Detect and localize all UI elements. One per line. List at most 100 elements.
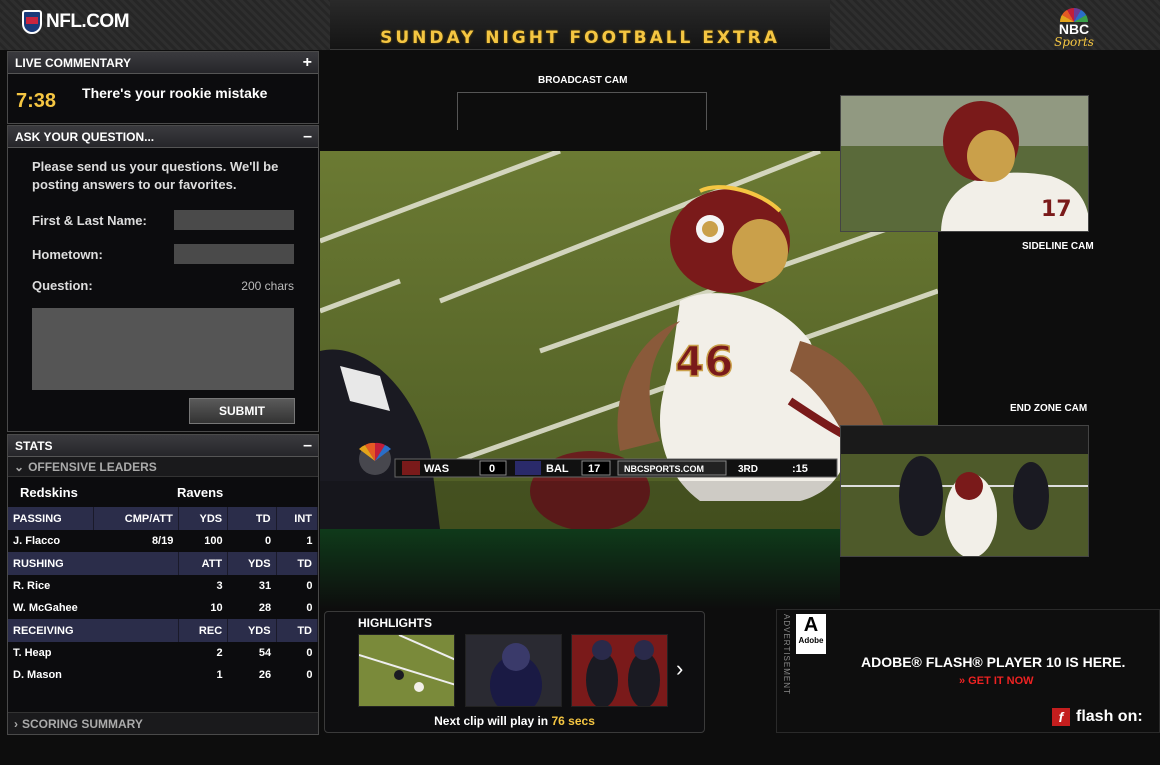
hometown-row: Hometown: <box>32 244 294 264</box>
broadcast-cam-frame <box>457 92 707 130</box>
table-row: J. Flacco 8/19 100 0 1 <box>8 530 318 552</box>
ask-question-header[interactable]: ASK YOUR QUESTION... – <box>8 126 318 148</box>
col-header: TD <box>276 619 319 642</box>
endzone-cam-player[interactable] <box>840 425 1089 557</box>
sideline-cam-label: SIDELINE CAM <box>1022 241 1094 252</box>
commentary-time: 7:38 <box>16 90 57 112</box>
col-header: ATT <box>178 552 229 575</box>
get-it-now-link[interactable]: » GET IT NOW <box>959 675 1034 687</box>
name-field[interactable] <box>174 210 294 230</box>
commentary-text: There's your rookie mistake <box>82 85 268 101</box>
team2-abbr: BAL <box>546 463 569 475</box>
chevron-right-icon: › <box>14 716 18 731</box>
live-commentary-panel: LIVE COMMENTARY + 7:38 There's your rook… <box>7 51 319 124</box>
ask-question-panel: ASK YOUR QUESTION... – Please send us yo… <box>7 125 319 432</box>
advertisement-label: ADVERTISEMENT <box>782 614 791 695</box>
col-header: RECEIVING <box>8 619 179 642</box>
stat-cell: 3 <box>216 580 223 592</box>
chevron-right-icon[interactable]: › <box>676 656 683 682</box>
stat-cell: 0 <box>306 669 313 681</box>
scoring-summary-toggle[interactable]: › SCORING SUMMARY <box>8 712 318 734</box>
col-header: YDS <box>227 619 277 642</box>
next-clip-countdown: 76 secs <box>551 714 595 728</box>
player-name: T. Heap <box>13 647 52 659</box>
field-glow <box>320 529 840 609</box>
stat-cell: 26 <box>258 669 272 681</box>
peacock-icon <box>1060 8 1088 22</box>
table-row: T. Heap 2 54 0 <box>8 642 318 664</box>
submit-button[interactable]: SUBMIT <box>189 398 295 424</box>
live-commentary-body: 7:38 There's your rookie mistake <box>8 74 318 123</box>
table-row: D. Mason 1 26 0 <box>8 664 318 686</box>
stat-cell: 2 <box>216 647 223 659</box>
broadcast-cam-label: BROADCAST CAM <box>538 75 628 86</box>
ask-question-title: ASK YOUR QUESTION... <box>15 129 155 144</box>
next-clip-prefix: Next clip will play in <box>434 714 549 728</box>
offensive-leaders-toggle[interactable]: ⌄ OFFENSIVE LEADERS <box>8 457 318 477</box>
live-commentary-title: LIVE COMMENTARY <box>15 55 131 70</box>
player-name: J. Flacco <box>13 535 61 547</box>
tab-redskins[interactable]: Redskins <box>20 485 177 500</box>
site-text: NBCSPORTS.COM <box>624 464 704 474</box>
stat-cell: 0 <box>264 535 272 547</box>
svg-text:17: 17 <box>1041 197 1072 222</box>
question-label: Question: <box>32 278 93 293</box>
next-clip-text: Next clip will play in 76 secs <box>325 714 704 728</box>
nbc-sports-logo: NBC Sports <box>1046 8 1102 54</box>
adobe-logo-text: Adobe <box>798 636 824 645</box>
col-header: TD <box>276 552 319 575</box>
stat-cell: 0 <box>306 647 313 659</box>
sideline-cam-player[interactable]: 17 <box>840 95 1089 232</box>
passing-header-row: PASSING CMP/ATT YDS TD INT <box>8 507 319 530</box>
table-row: R. Rice 3 31 0 <box>8 575 318 597</box>
endzone-cam-label: END ZONE CAM <box>1010 403 1088 414</box>
quarter-text: 3RD <box>738 464 758 475</box>
stat-cell: 10 <box>210 602 223 614</box>
rushing-header-row: RUSHING ATT YDS TD <box>8 552 319 575</box>
sideline-cam-frame: 17 <box>841 96 1088 231</box>
hometown-label: Hometown: <box>32 246 103 262</box>
live-commentary-header[interactable]: LIVE COMMENTARY + <box>8 52 318 74</box>
col-header: TD <box>227 507 277 530</box>
advertisement[interactable]: ADVERTISEMENT A Adobe ADOBE® FLASH® PLAY… <box>776 609 1160 733</box>
stat-cell: 100 <box>204 535 223 547</box>
top-bar: NFL.COM SUNDAY NIGHT FOOTBALL EXTRA NBC … <box>0 0 1160 50</box>
stat-cell: 54 <box>258 647 272 659</box>
stats-title: STATS <box>15 438 53 453</box>
flash-on-text: flash on: <box>1076 708 1143 725</box>
scoring-summary-label: SCORING SUMMARY <box>22 716 143 731</box>
highlights-panel: HIGHLIGHTS › Next clip will play in 76 s… <box>324 611 705 733</box>
offensive-leaders-label: OFFENSIVE LEADERS <box>28 459 157 474</box>
team2-score: 17 <box>588 463 600 475</box>
collapse-icon[interactable]: – <box>303 437 312 454</box>
col-header: YDS <box>227 552 277 575</box>
thumb-image <box>466 635 561 706</box>
stat-cell: 0 <box>306 602 313 614</box>
name-row: First & Last Name: <box>32 210 294 230</box>
col-header: CMP/ATT <box>93 507 179 530</box>
stats-header[interactable]: STATS – <box>8 435 318 457</box>
table-row: W. McGahee 10 28 0 <box>8 597 318 619</box>
tab-ravens[interactable]: Ravens <box>177 485 223 500</box>
stat-cell: 28 <box>258 602 272 614</box>
game-clock: :15 <box>792 463 808 475</box>
chevron-down-icon: ⌄ <box>14 459 25 474</box>
team-tabs: Redskins Ravens <box>8 477 318 507</box>
col-header: INT <box>276 507 319 530</box>
question-field[interactable] <box>32 308 294 390</box>
highlight-thumb-3[interactable] <box>571 634 668 707</box>
highlight-thumb-2[interactable] <box>465 634 562 707</box>
expand-icon[interactable]: + <box>303 54 312 71</box>
highlights-title: HIGHLIGHTS <box>358 616 432 630</box>
team1-score: 0 <box>489 463 495 475</box>
thumb-image <box>572 635 667 706</box>
highlight-thumb-1[interactable] <box>358 634 455 707</box>
stat-cell: 1 <box>216 669 223 681</box>
ad-headline: ADOBE® FLASH® PLAYER 10 IS HERE. <box>861 654 1126 670</box>
stat-cell: 31 <box>258 580 272 592</box>
stat-cell: 8/19 <box>151 535 174 547</box>
hometown-field[interactable] <box>174 244 294 264</box>
player-name: W. McGahee <box>13 602 78 614</box>
collapse-icon[interactable]: – <box>303 128 312 145</box>
jersey-number: 46 <box>675 337 733 386</box>
